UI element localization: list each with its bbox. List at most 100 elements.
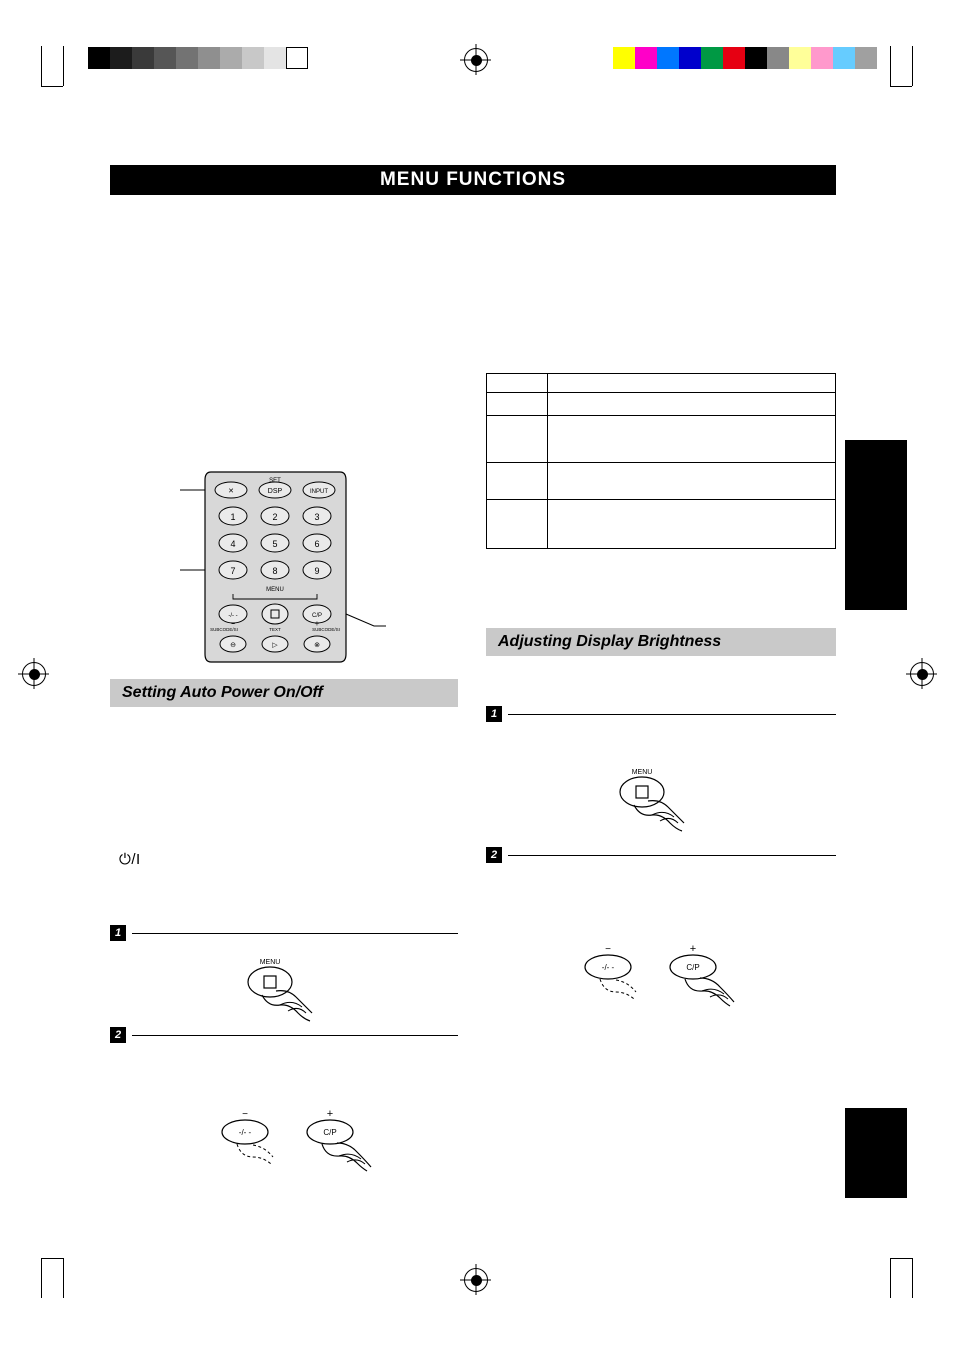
crop-mark-top-right-v2 bbox=[912, 46, 913, 86]
right-step-2-rule bbox=[508, 854, 836, 856]
registration-mark-top bbox=[464, 48, 488, 72]
color-swatch-lightyellow bbox=[789, 47, 811, 69]
section-heading-display-brightness-label: Adjusting Display Brightness bbox=[498, 633, 722, 650]
right-step-1-number: 1 bbox=[486, 706, 502, 722]
left-step-1: 1 bbox=[110, 925, 458, 941]
color-swatch-silver bbox=[855, 47, 877, 69]
grayscale-swatch bbox=[88, 47, 110, 69]
thumb-tab-lower bbox=[845, 1108, 907, 1198]
svg-text:−: − bbox=[242, 1109, 248, 1120]
svg-text:TEXT: TEXT bbox=[269, 627, 281, 632]
color-swatch-blue bbox=[679, 47, 701, 69]
crop-mark-top-left-h1 bbox=[41, 86, 63, 87]
svg-text:C/P: C/P bbox=[686, 963, 699, 972]
left-step-1-rule bbox=[132, 932, 458, 934]
grayscale-swatch bbox=[154, 47, 176, 69]
svg-text:C/P: C/P bbox=[323, 1128, 336, 1137]
registration-mark-bottom bbox=[464, 1268, 488, 1292]
page-title: MENU FUNCTIONS bbox=[379, 169, 567, 190]
grayscale-swatch bbox=[264, 47, 286, 69]
table-cell-col2 bbox=[547, 392, 836, 416]
page-title-band: MENU FUNCTIONS bbox=[110, 165, 836, 195]
crop-mark-bottom-right-v1 bbox=[890, 1258, 891, 1298]
grayscale-colorbar bbox=[88, 47, 308, 69]
svg-text:⊖: ⊖ bbox=[230, 642, 236, 649]
svg-text:2: 2 bbox=[272, 512, 277, 522]
table-cell-col2 bbox=[547, 373, 836, 393]
right-step-2: 2 bbox=[486, 847, 836, 863]
right-step-1: 1 bbox=[486, 706, 836, 722]
left-menu-button-illustration: MENU bbox=[228, 955, 338, 1025]
svg-text:MENU: MENU bbox=[632, 769, 653, 776]
grayscale-swatch bbox=[198, 47, 220, 69]
svg-text:−: − bbox=[605, 944, 611, 955]
table-cell-col2 bbox=[547, 415, 836, 463]
svg-text:9: 9 bbox=[314, 566, 319, 576]
svg-text:-/- -: -/- - bbox=[228, 613, 237, 619]
standby-power-symbol: ⏻/I bbox=[119, 851, 141, 868]
svg-text:-/- -: -/- - bbox=[239, 1128, 252, 1137]
grayscale-swatch bbox=[286, 47, 308, 69]
grayscale-swatch bbox=[242, 47, 264, 69]
svg-text:MENU: MENU bbox=[266, 587, 284, 593]
left-step-2: 2 bbox=[110, 1027, 458, 1043]
right-step-2-number: 2 bbox=[486, 847, 502, 863]
right-menu-button-illustration: MENU bbox=[600, 765, 710, 835]
svg-text:−: − bbox=[231, 621, 235, 628]
svg-text:-/- -: -/- - bbox=[602, 963, 615, 972]
svg-text:+: + bbox=[315, 619, 320, 628]
crop-mark-bottom-left-v1 bbox=[41, 1258, 42, 1298]
svg-text:INPUT: INPUT bbox=[310, 489, 328, 495]
svg-text:✕: ✕ bbox=[228, 488, 234, 495]
color-swatch-lightblue bbox=[833, 47, 855, 69]
crop-mark-top-right-h1 bbox=[890, 86, 912, 87]
svg-text:8: 8 bbox=[272, 566, 277, 576]
svg-text:▷: ▷ bbox=[272, 642, 278, 649]
registration-mark-left bbox=[22, 662, 46, 686]
table-cell-col2 bbox=[547, 462, 836, 500]
color-swatch-cyan bbox=[657, 47, 679, 69]
crop-mark-top-right-v1 bbox=[890, 46, 891, 86]
color-swatch-yellow bbox=[613, 47, 635, 69]
table-cell-col1 bbox=[486, 373, 548, 393]
svg-text:6: 6 bbox=[314, 539, 319, 549]
table-row bbox=[486, 392, 836, 416]
color-swatch-gray bbox=[767, 47, 789, 69]
table-cell-col1 bbox=[486, 415, 548, 463]
document-page: MENU FUNCTIONS SET ✕ DSP INPUT 1 2 3 4 5… bbox=[0, 0, 954, 1351]
left-step-2-number: 2 bbox=[110, 1027, 126, 1043]
grayscale-swatch bbox=[110, 47, 132, 69]
color-swatch-black bbox=[745, 47, 767, 69]
color-swatch-red bbox=[723, 47, 745, 69]
section-heading-auto-power-label: Setting Auto Power On/Off bbox=[122, 684, 323, 701]
crop-mark-bottom-right-h1 bbox=[890, 1258, 912, 1259]
thumb-tab-upper bbox=[845, 440, 907, 610]
left-step-2-rule bbox=[132, 1034, 458, 1036]
grayscale-swatch bbox=[132, 47, 154, 69]
table-row bbox=[486, 415, 836, 463]
table-cell-col1 bbox=[486, 392, 548, 416]
registration-mark-left-dot bbox=[28, 668, 40, 680]
color-swatch-magenta bbox=[635, 47, 657, 69]
registration-mark-top-dot bbox=[470, 54, 482, 66]
crop-mark-bottom-left-h1 bbox=[41, 1258, 63, 1259]
remote-control-illustration: SET ✕ DSP INPUT 1 2 3 4 5 6 7 8 9 MENU -… bbox=[178, 468, 388, 668]
crop-mark-bottom-right-v2 bbox=[912, 1258, 913, 1298]
svg-text:1: 1 bbox=[230, 512, 235, 522]
section-heading-auto-power: Setting Auto Power On/Off bbox=[110, 679, 458, 707]
table-cell-col2 bbox=[547, 499, 836, 549]
svg-text:5: 5 bbox=[272, 539, 277, 549]
svg-text:4: 4 bbox=[230, 539, 235, 549]
table-cell-col1 bbox=[486, 499, 548, 549]
grayscale-swatch bbox=[176, 47, 198, 69]
svg-text:⊗: ⊗ bbox=[314, 642, 320, 649]
spec-table bbox=[486, 373, 836, 549]
color-colorbar bbox=[613, 47, 877, 69]
grayscale-swatch bbox=[220, 47, 242, 69]
registration-mark-bottom-dot bbox=[470, 1274, 482, 1286]
table-row bbox=[486, 373, 836, 393]
registration-mark-right bbox=[910, 662, 934, 686]
color-swatch-green bbox=[701, 47, 723, 69]
left-step-1-number: 1 bbox=[110, 925, 126, 941]
color-swatch-pink bbox=[811, 47, 833, 69]
